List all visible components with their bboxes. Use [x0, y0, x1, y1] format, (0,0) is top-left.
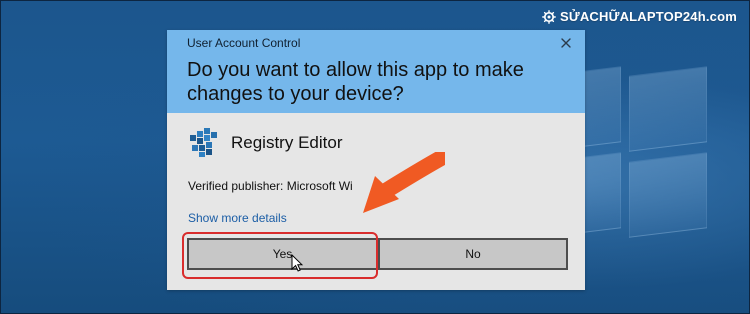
gear-icon	[542, 9, 556, 24]
windows-logo-pane	[629, 66, 707, 152]
brand-text: SỬACHỮALAPTOP24h.com	[559, 9, 737, 24]
app-name: Registry Editor	[231, 132, 343, 152]
desktop-background: SỬACHỮALAPTOP24h.com User Account Contro…	[0, 0, 750, 314]
uac-question: Do you want to allow this app to make ch…	[187, 59, 524, 105]
close-icon	[560, 34, 572, 53]
show-more-details-link[interactable]: Show more details	[188, 211, 287, 225]
registry-editor-icon	[189, 127, 218, 158]
no-button[interactable]: No	[378, 238, 568, 270]
dialog-title: User Account Control	[187, 36, 301, 50]
publisher-text: Verified publisher: Microsoft Wi	[188, 179, 353, 193]
dialog-header: User Account Control Do you want to allo…	[167, 30, 585, 113]
uac-dialog: User Account Control Do you want to allo…	[167, 30, 585, 290]
close-button[interactable]	[557, 34, 575, 52]
brand-watermark: SỬACHỮALAPTOP24h.com	[542, 9, 737, 24]
yes-button[interactable]: Yes	[187, 238, 378, 270]
windows-logo-pane	[629, 152, 707, 238]
app-row: Registry Editor	[189, 127, 342, 158]
